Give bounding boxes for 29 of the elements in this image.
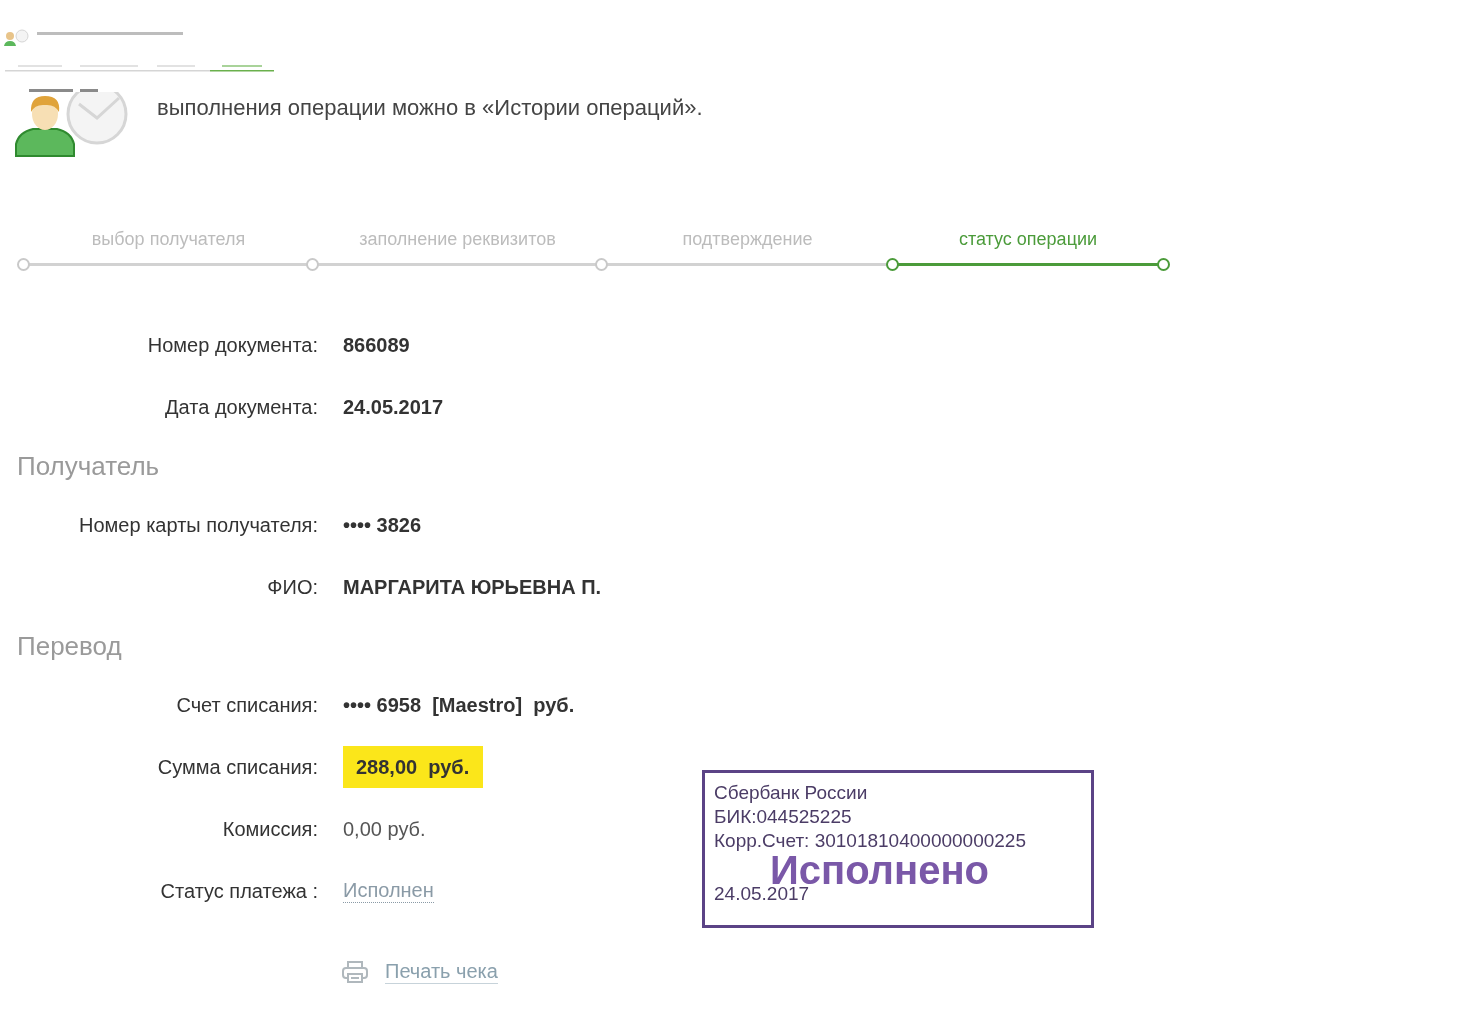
- printer-icon: [341, 960, 369, 984]
- stamp-bank-name: Сбербанк России: [714, 781, 869, 805]
- field-label: Комиссия:: [221, 817, 318, 841]
- amount-highlight: 288,00 руб.: [343, 746, 484, 788]
- stamp-bik: БИК:044525225: [714, 805, 853, 829]
- field-value: •••• 6958 [Maestro] руб.: [343, 693, 575, 717]
- step-tab[interactable]: выбор получателя: [24, 229, 313, 257]
- section-heading: Получатель: [16, 449, 161, 483]
- status-link[interactable]: Исполнен: [343, 879, 434, 903]
- step-tab[interactable]: подтверждение: [602, 229, 893, 257]
- field-label: Номер карты получателя:: [78, 513, 318, 537]
- field-value: 0,00 руб.: [343, 817, 426, 841]
- field-value: •••• 3826: [343, 513, 422, 537]
- print-receipt-link[interactable]: Печать чека: [385, 960, 498, 984]
- step-tab[interactable]: заполнение реквизитов: [313, 229, 602, 257]
- field-label: Статус платежа :: [159, 879, 318, 903]
- field-label: Дата документа:: [164, 395, 318, 419]
- stamp-account: Корр.Счет: 30101810400000000225: [714, 829, 1027, 853]
- field-value: 24.05.2017: [343, 395, 444, 419]
- field-value: МАРГАРИТА ЮРЬЕВНА П.: [343, 575, 602, 599]
- step-tab[interactable]: статус операции: [893, 229, 1163, 257]
- info-message: выполнения операции можно в «Истории операций».: [157, 95, 703, 121]
- field-label: Сумма списания:: [156, 755, 318, 779]
- section-heading: Перевод: [16, 629, 123, 663]
- field-label: Счет списания:: [175, 693, 318, 717]
- field-value: 866089: [343, 333, 410, 357]
- field-label: Номер документа:: [146, 333, 318, 357]
- field-label: ФИО:: [266, 575, 318, 599]
- user-avatar-icon: [15, 92, 129, 158]
